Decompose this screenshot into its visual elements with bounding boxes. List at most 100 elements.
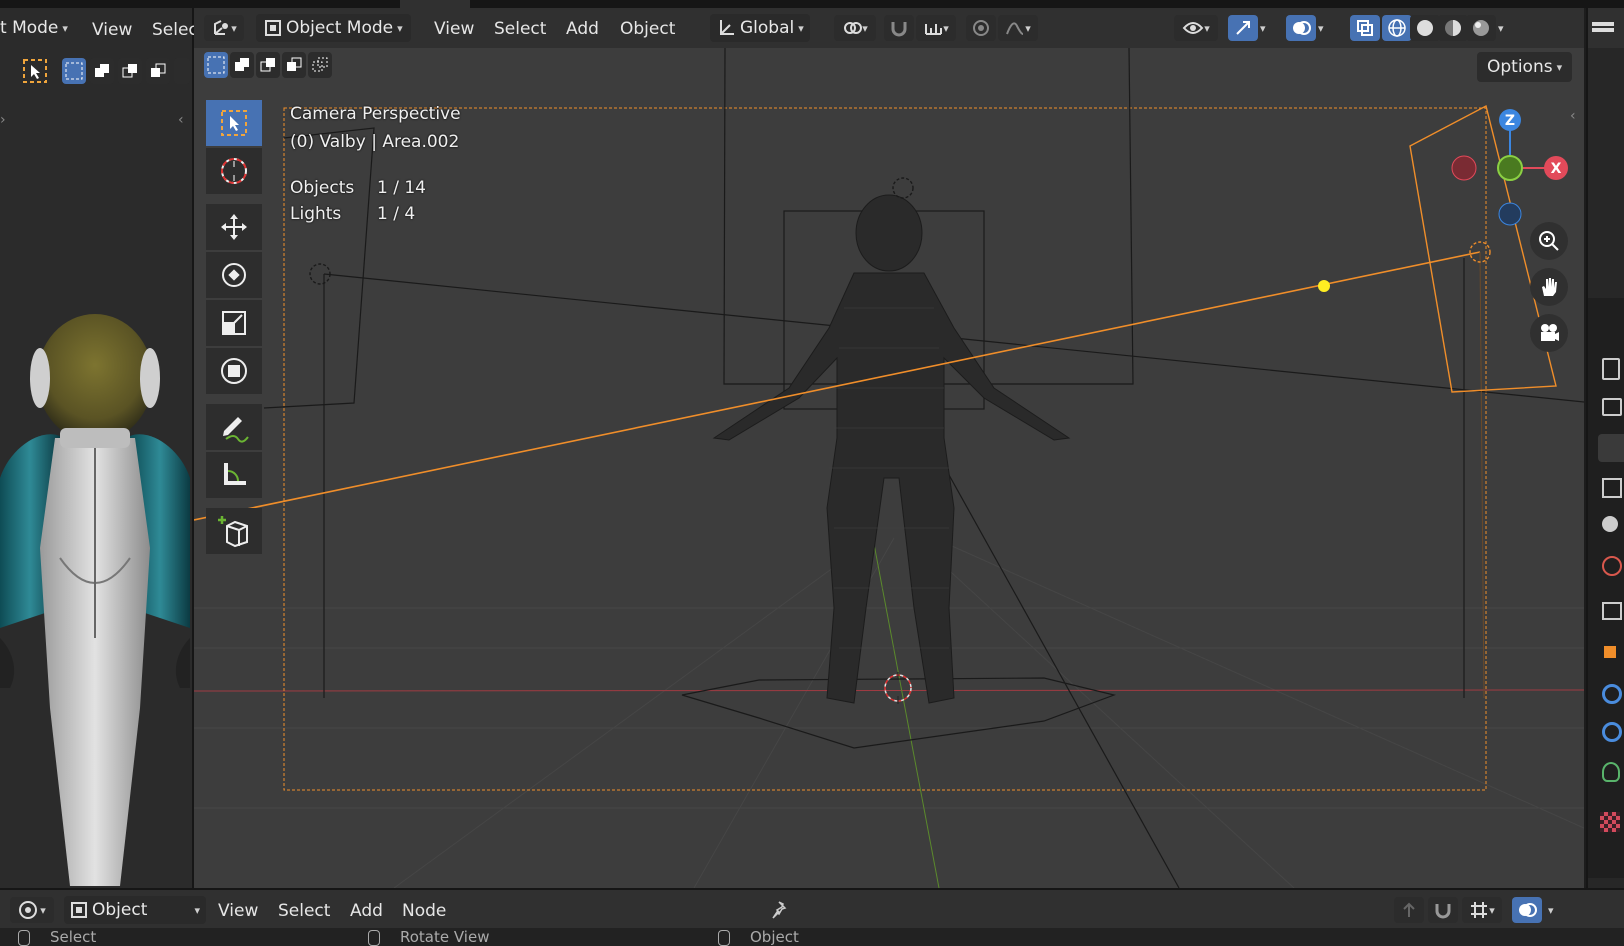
properties-tabs — [1588, 298, 1624, 878]
snap-toggle[interactable] — [884, 15, 914, 41]
pivot-point-dropdown[interactable]: ▾ — [834, 15, 876, 41]
parent-node-tree-icon[interactable] — [1394, 897, 1424, 923]
menu-select[interactable]: Select — [494, 19, 546, 39]
mode-dropdown[interactable]: Object Mode ▾ — [256, 14, 411, 42]
node-editor-icon — [19, 901, 38, 919]
orientation-gizmo[interactable]: Z X — [1434, 96, 1574, 236]
mode-set-button[interactable] — [204, 52, 228, 78]
snap-node-toggle[interactable] — [1428, 897, 1458, 923]
tool-move[interactable] — [206, 204, 262, 250]
overlays-toggle[interactable] — [1286, 15, 1316, 41]
gizmo-toggle[interactable] — [1228, 15, 1258, 41]
chevron-down-icon[interactable]: ▾ — [1318, 22, 1324, 35]
modifier-icon[interactable] — [1602, 684, 1622, 704]
chevron-down-icon: ▾ — [194, 903, 200, 917]
sidebar-toggle-left[interactable]: › — [0, 112, 6, 128]
mode-subtract-icon[interactable] — [118, 58, 142, 84]
object-icon[interactable] — [1604, 646, 1616, 658]
node-editor-type-dropdown[interactable]: ▾ — [10, 897, 54, 923]
view-layer-icon[interactable] — [1602, 478, 1622, 498]
visibility-dropdown[interactable]: ▾ — [1174, 15, 1218, 41]
viewport-3d[interactable]: Camera Perspective (0) Valby | Area.002 … — [194, 8, 1584, 888]
workspace-tabs-strip — [0, 0, 1624, 8]
chevron-down-icon: ▾ — [1489, 903, 1495, 917]
tool-annotate[interactable] — [206, 404, 262, 450]
menu-view[interactable]: View — [434, 19, 474, 39]
proportional-edit-toggle[interactable] — [966, 15, 996, 41]
chevron-down-icon: ▾ — [862, 21, 868, 35]
node-tree-type-dropdown[interactable]: Object ▾ — [64, 896, 206, 924]
tool-transform[interactable] — [206, 348, 262, 394]
tool-measure[interactable] — [206, 452, 262, 498]
world-icon[interactable] — [1602, 556, 1622, 576]
pan-hand-icon[interactable] — [1530, 268, 1568, 306]
tool-scale[interactable] — [206, 300, 262, 346]
camera-view-icon[interactable] — [1530, 314, 1568, 352]
view-name: Camera Perspective — [290, 104, 461, 124]
render-icon[interactable] — [1602, 398, 1622, 416]
chevron-down-icon: ▾ — [40, 903, 46, 917]
measure-icon — [224, 463, 246, 485]
workspace-tab-active[interactable] — [400, 0, 470, 8]
add-cube-icon — [218, 516, 248, 548]
chevron-down-icon: ▾ — [231, 21, 237, 35]
editor-type-dropdown[interactable]: ▾ — [204, 15, 244, 41]
zoom-icon[interactable] — [1530, 222, 1568, 260]
tool-add-cube[interactable] — [206, 508, 262, 554]
toolbar-toggle-left[interactable]: ‹ — [178, 112, 184, 128]
shading-rendered-button[interactable] — [1466, 15, 1496, 41]
status-object-menu: Object — [750, 928, 799, 946]
select-set-icon — [207, 56, 225, 74]
menu-add[interactable]: Add — [566, 19, 599, 39]
chevron-down-icon[interactable]: ▾ — [1548, 904, 1554, 917]
mode-invert-icon[interactable] — [146, 58, 170, 84]
node-menu-node[interactable]: Node — [402, 901, 446, 921]
collection-icon[interactable] — [1602, 602, 1622, 620]
collection-line: (0) Valby | Area.002 — [290, 132, 460, 152]
left-mode-dropdown[interactable]: t Mode ▾ — [0, 14, 68, 42]
menu-object[interactable]: Object — [620, 19, 675, 39]
shading-material-button[interactable] — [1438, 15, 1468, 41]
material-sphere-icon — [1445, 20, 1461, 36]
mode-extend-icon[interactable] — [90, 58, 114, 84]
light-data-icon[interactable] — [1602, 762, 1620, 782]
node-menu-add[interactable]: Add — [350, 901, 383, 921]
texture-icon[interactable] — [1600, 812, 1620, 832]
physics-icon[interactable] — [1602, 722, 1622, 742]
pin-icon[interactable] — [766, 897, 796, 923]
mode-subtract-button[interactable] — [256, 52, 280, 78]
mode-invert-button[interactable] — [282, 52, 306, 78]
mode-set-icon[interactable] — [62, 58, 86, 84]
left-menu-select[interactable]: Selec — [152, 20, 198, 40]
proportional-falloff-dropdown[interactable]: ▾ — [998, 15, 1038, 41]
pivot-icon — [844, 22, 863, 34]
left-menu-view[interactable]: View — [92, 20, 132, 40]
select-tool-icon[interactable] — [20, 58, 50, 84]
node-menu-view[interactable]: View — [218, 901, 258, 921]
sidebar-toggle-right[interactable]: ‹ — [1570, 108, 1576, 124]
shading-wireframe-button[interactable] — [1382, 15, 1412, 41]
viewport-editor-icon — [214, 20, 229, 35]
falloff-curve-icon — [1006, 22, 1024, 35]
chevron-down-icon[interactable]: ▾ — [1260, 22, 1266, 35]
scene-icon[interactable] — [1602, 516, 1618, 532]
xray-icon — [1357, 20, 1373, 36]
tool-select-box[interactable] — [206, 100, 262, 146]
node-menu-select[interactable]: Select — [278, 901, 330, 921]
mode-intersect-icon[interactable] — [174, 58, 190, 84]
mode-intersect-button[interactable] — [308, 52, 332, 78]
tool-rotate[interactable] — [206, 252, 262, 298]
mode-extend-button[interactable] — [230, 52, 254, 78]
properties-editor — [1586, 8, 1624, 888]
tool-icon[interactable] — [1602, 358, 1620, 380]
node-overlays-toggle[interactable] — [1512, 897, 1542, 923]
shading-solid-button[interactable] — [1410, 15, 1440, 41]
snap-node-dropdown[interactable]: ▾ — [1462, 897, 1502, 923]
snap-target-dropdown[interactable]: ▾ — [916, 15, 956, 41]
output-icon[interactable] — [1598, 434, 1624, 462]
xray-toggle[interactable] — [1350, 15, 1380, 41]
tool-cursor[interactable] — [206, 148, 262, 194]
chevron-down-icon[interactable]: ▾ — [1498, 22, 1504, 35]
transform-orientation-dropdown[interactable]: Global ▾ — [710, 14, 810, 42]
editor-type-icon[interactable] — [1592, 22, 1614, 26]
